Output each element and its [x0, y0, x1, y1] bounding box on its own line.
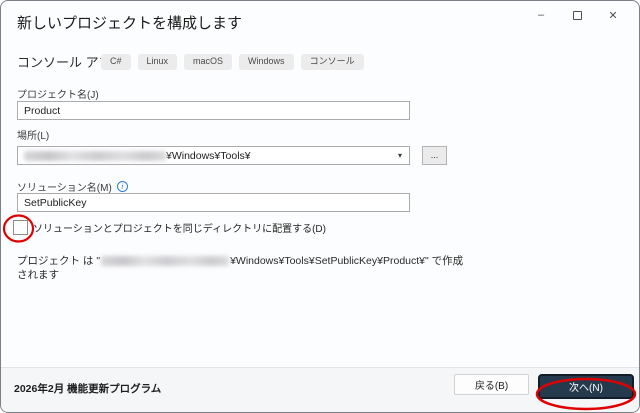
tag-macos: macOS [184, 54, 233, 70]
maximize-icon [572, 10, 582, 20]
minimize-icon: – [537, 9, 545, 21]
info-icon[interactable]: i [116, 181, 128, 192]
update-program-label: 2026年2月 機能更新プログラム [14, 383, 162, 395]
same-directory-checkbox[interactable] [13, 220, 28, 235]
back-button-label: 戻る(B) [474, 381, 509, 392]
window-controls: – ✕ [523, 3, 631, 27]
maximize-button[interactable] [559, 3, 595, 27]
close-button[interactable]: ✕ [595, 3, 631, 27]
next-button[interactable]: 次へ(N) [538, 374, 634, 399]
tag-console: コンソール [300, 54, 364, 70]
back-button[interactable]: 戻る(B) [454, 374, 529, 395]
project-path-line2: されます [17, 269, 59, 281]
solution-name-label-row: ソリューション名(M) i [17, 179, 128, 194]
redacted-path-segment [101, 256, 230, 266]
project-path-line1: プロジェクト は " ¥Windows¥Tools¥SetPublicKey¥Pr… [17, 254, 463, 268]
ellipsis-icon: ... [430, 150, 439, 160]
location-combobox[interactable]: ¥Windows¥Tools¥ ▾ [17, 146, 410, 165]
location-visible-text: ¥Windows¥Tools¥ [166, 149, 251, 162]
tag-list: C# Linux macOS Windows コンソール [101, 54, 364, 70]
project-name-input[interactable] [17, 101, 410, 120]
project-path-note: プロジェクト は " ¥Windows¥Tools¥SetPublicKey¥Pr… [17, 254, 463, 282]
page-title: 新しいプロジェクトを構成します [17, 15, 243, 32]
configure-project-dialog: 新しいプロジェクトを構成します – ✕ コンソール アプリ C# Linux m… [0, 0, 640, 413]
path-note-suffix: ¥Windows¥Tools¥SetPublicKey¥Product¥" で作… [230, 255, 464, 267]
tag-csharp: C# [101, 54, 131, 70]
chevron-down-icon[interactable]: ▾ [398, 151, 402, 160]
next-button-label: 次へ(N) [569, 383, 603, 394]
footer-bar: 2026年2月 機能更新プログラム 戻る(B) 次へ(N) [1, 367, 639, 412]
redacted-path-segment [24, 150, 166, 161]
path-note-prefix: プロジェクト は " [17, 255, 101, 267]
close-icon: ✕ [608, 9, 618, 22]
same-directory-label: ソリューションとプロジェクトを同じディレクトリに配置する(D) [33, 224, 326, 235]
same-directory-row: ソリューションとプロジェクトを同じディレクトリに配置する(D) [13, 220, 326, 235]
location-label: 場所(L) [17, 131, 50, 142]
minimize-button[interactable]: – [523, 3, 559, 27]
tag-linux: Linux [137, 54, 178, 70]
project-name-label: プロジェクト名(J) [17, 90, 99, 101]
browse-button[interactable]: ... [422, 146, 447, 165]
solution-name-input[interactable] [17, 193, 410, 212]
tag-windows: Windows [239, 54, 294, 70]
solution-name-label: ソリューション名(M) [17, 183, 112, 194]
